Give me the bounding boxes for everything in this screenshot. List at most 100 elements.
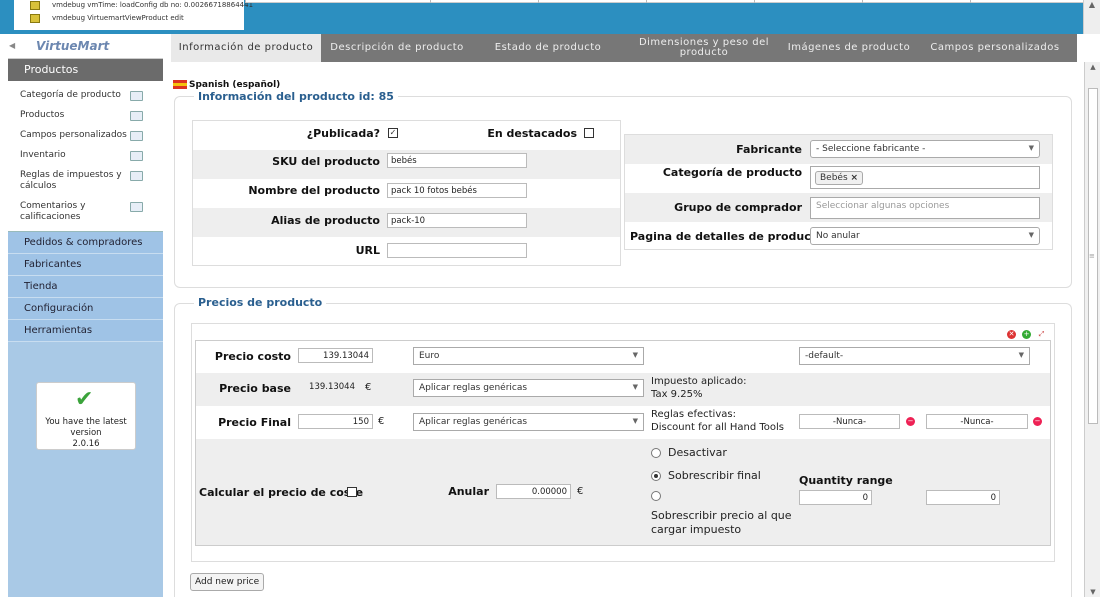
clear-date-icon[interactable]: − — [906, 417, 915, 426]
alias-label: Alias de producto — [271, 214, 380, 227]
sidebar: ◀ VirtueMart Productos Categoría de prod… — [8, 34, 163, 597]
price-end-date[interactable]: -Nunca- — [926, 414, 1028, 429]
shopper-group-multiselect[interactable]: Seleccionar algunas opciones — [810, 197, 1040, 219]
scroll-up-icon[interactable]: ▲ — [1085, 63, 1100, 71]
tab-product-status[interactable]: Estado de producto — [473, 34, 623, 62]
base-price-label: Precio base — [219, 382, 291, 395]
sidebar-item-custom-fields[interactable]: Campos personalizados — [8, 125, 163, 145]
sidebar-item-product-category[interactable]: Categoría de producto — [8, 85, 163, 105]
sidebar-item-products[interactable]: Productos — [8, 105, 163, 125]
base-price-rule-select[interactable]: Aplicar reglas genéricas ▼ — [413, 379, 644, 397]
price-start-date[interactable]: -Nunca- — [799, 414, 900, 429]
final-price-label: Precio Final — [218, 416, 291, 429]
cost-price-input[interactable]: 139.13044 — [298, 348, 373, 363]
published-label: ¿Publicada? — [306, 127, 380, 140]
sidebar-section-shop[interactable]: Tienda — [8, 276, 163, 298]
qty-to-input[interactable]: 0 — [926, 490, 1000, 505]
calculator-icon — [130, 171, 143, 181]
calc-cost-label: Calcular el precio de coste — [199, 486, 364, 499]
euro-symbol: € — [577, 486, 584, 497]
featured-checkbox[interactable] — [584, 128, 594, 138]
radio-disable[interactable] — [651, 448, 661, 458]
sidebar-section-tools[interactable]: Herramientas — [8, 320, 163, 342]
spain-flag-icon — [173, 80, 187, 89]
chevron-down-icon: ▼ — [632, 351, 638, 359]
virtuemart-logo: ◀ VirtueMart — [8, 34, 163, 59]
add-new-price-button[interactable]: Add new price — [190, 573, 265, 591]
remove-tag-icon[interactable]: × — [851, 173, 859, 183]
vertical-scrollbar[interactable]: ▲ ≡ ▼ — [1084, 62, 1100, 597]
expand-icon[interactable]: ⤢ — [1037, 330, 1046, 339]
tab-bar: Información de producto Descripción de p… — [171, 34, 1077, 62]
alias-input[interactable]: pack-10 — [387, 213, 527, 228]
final-price-input[interactable]: 150 — [298, 414, 373, 429]
chevron-down-icon: ▼ — [632, 383, 638, 391]
tab-dimensions-weight[interactable]: Dimensiones y peso del producto — [623, 34, 785, 62]
tab-product-description[interactable]: Descripción de producto — [321, 34, 473, 62]
products-icon — [130, 111, 143, 121]
custom-fields-icon — [130, 131, 143, 141]
tax-applied-label: Impuesto aplicado: — [651, 376, 747, 387]
shopper-group-label: Grupo de comprador — [674, 201, 802, 214]
collapse-arrow-icon[interactable]: ◀ — [9, 41, 15, 50]
sku-label: SKU del producto — [272, 155, 380, 168]
radio-overwrite-final-label: Sobrescribir final — [668, 469, 761, 482]
manufacturer-select[interactable]: - Seleccione fabricante - ▼ — [810, 140, 1040, 158]
category-tag[interactable]: Bebés × — [815, 171, 864, 185]
chevron-down-icon: ▼ — [1028, 144, 1034, 152]
euro-symbol: € — [378, 416, 385, 427]
qty-from-input[interactable]: 0 — [799, 490, 872, 505]
radio-overwrite-tax[interactable] — [651, 491, 661, 501]
category-label: Categoría de producto — [662, 166, 802, 179]
debug-line-1: vmdebug vmTime: loadConfig db no: 0.0026… — [52, 1, 254, 9]
featured-label: En destacados — [487, 127, 577, 140]
debug-panel: vmdebug vmTime: loadConfig db no: 0.0026… — [14, 0, 253, 30]
sidebar-section-configuration[interactable]: Configuración — [8, 298, 163, 320]
top-scrollbar[interactable]: ▲ — [1083, 0, 1100, 34]
sidebar-item-tax-rules[interactable]: Reglas de impuestos y cálculos — [8, 165, 163, 196]
radio-disable-label: Desactivar — [668, 446, 727, 459]
debug-icon — [30, 14, 40, 23]
url-input[interactable] — [387, 243, 527, 258]
checkmark-icon: ✔ — [75, 387, 94, 412]
tab-custom-fields[interactable]: Campos personalizados — [913, 34, 1077, 62]
tab-product-images[interactable]: Imágenes de producto — [785, 34, 913, 62]
product-info-legend: Información del producto id: 85 — [194, 90, 398, 103]
sku-input[interactable]: bebés — [387, 153, 527, 168]
sidebar-item-reviews[interactable]: Comentarios y calificaciones — [8, 196, 163, 227]
version-box: ✔ You have the latest version 2.0.16 — [36, 382, 136, 450]
debug-icon — [30, 1, 40, 10]
scroll-down-icon[interactable]: ▼ — [1085, 588, 1100, 596]
override-input[interactable]: 0.00000 — [496, 484, 571, 499]
add-price-icon[interactable]: + — [1022, 330, 1031, 339]
currency-select[interactable]: Euro ▼ — [413, 347, 644, 365]
comments-icon — [130, 202, 143, 212]
detail-page-select[interactable]: No anular ▼ — [810, 227, 1040, 245]
clear-date-icon[interactable]: − — [1033, 417, 1042, 426]
product-name-input[interactable]: pack 10 fotos bebés — [387, 183, 527, 198]
category-multiselect[interactable]: Bebés × — [810, 166, 1040, 189]
tax-applied-value: Tax 9.25% — [651, 389, 703, 400]
product-name-label: Nombre del producto — [248, 184, 380, 197]
sidebar-item-inventory[interactable]: Inventario — [8, 145, 163, 165]
inventory-icon — [130, 151, 143, 161]
sidebar-header-productos[interactable]: Productos — [8, 59, 163, 81]
manufacturer-label: Fabricante — [736, 143, 802, 156]
language-indicator: Spanish (español) — [173, 80, 280, 90]
cost-price-label: Precio costo — [214, 350, 291, 363]
sidebar-section-manufacturers[interactable]: Fabricantes — [8, 254, 163, 276]
tab-product-info[interactable]: Información de producto — [171, 34, 321, 62]
radio-overwrite-tax-label-2: cargar impuesto — [651, 523, 742, 536]
published-checkbox[interactable]: ✓ — [388, 128, 398, 138]
shopper-group-price-select[interactable]: -default- ▼ — [799, 347, 1030, 365]
sidebar-section-orders[interactable]: Pedidos & compradores — [8, 232, 163, 254]
folder-icon — [130, 91, 143, 101]
debug-bar: vmdebug vmTime: loadConfig db no: 0.0026… — [0, 0, 1100, 34]
calc-cost-checkbox[interactable] — [347, 487, 357, 497]
radio-overwrite-final[interactable] — [651, 471, 661, 481]
url-label: URL — [355, 244, 380, 257]
final-price-rule-select[interactable]: Aplicar reglas genéricas ▼ — [413, 413, 644, 431]
radio-overwrite-tax-label-1: Sobrescribir precio al que — [651, 509, 792, 522]
chevron-down-icon: ▼ — [1018, 351, 1024, 359]
remove-price-icon[interactable]: ✕ — [1007, 330, 1016, 339]
